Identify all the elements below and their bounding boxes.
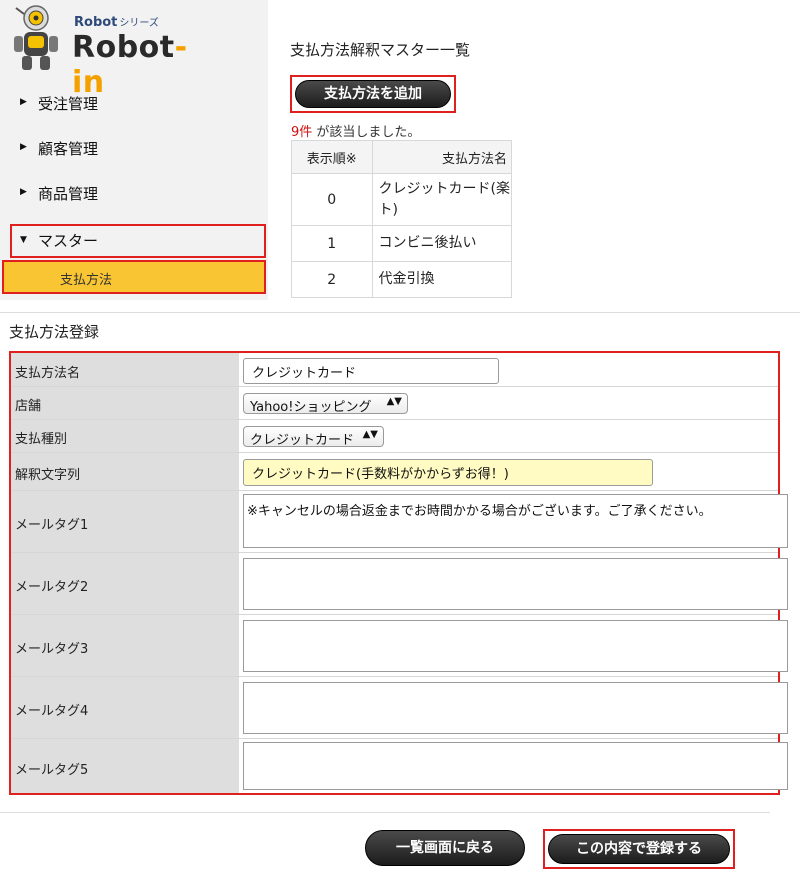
register-button[interactable]: この内容で登録する bbox=[548, 834, 730, 864]
mailtag-4-textarea[interactable] bbox=[243, 682, 788, 734]
mailtag-1-textarea[interactable]: ※キャンセルの場合返金までお時間かかる場合がございます。ご了承ください。 bbox=[243, 494, 788, 548]
table-cell-order: 2 bbox=[291, 261, 373, 298]
parse-string-input[interactable] bbox=[243, 459, 653, 486]
form-label: メールタグ5 bbox=[11, 739, 239, 793]
table-row[interactable]: 2 代金引換 bbox=[291, 261, 512, 298]
select-arrow-icon: ▲▼ bbox=[386, 396, 402, 407]
table-cell-name: コンビニ後払い bbox=[371, 225, 512, 262]
robot-mascot-icon bbox=[14, 5, 58, 70]
payment-name-input[interactable] bbox=[243, 358, 499, 384]
mailtag-2-textarea[interactable] bbox=[243, 558, 788, 610]
form-row-parse-string: 解釈文字列 bbox=[11, 453, 778, 491]
sidebar-item-customer-management[interactable]: ▶ 顧客管理 bbox=[0, 131, 268, 165]
logo[interactable]: Robot シリーズ Robot-in bbox=[8, 4, 208, 100]
table-row[interactable]: 0 クレジットカード(楽ト) bbox=[291, 173, 512, 226]
form-highlight: 支払方法名 店舗 Yahoo!ショッピング▲▼ 支払種別 クレジットカード▲▼ … bbox=[9, 351, 788, 795]
sidebar-item-product-management[interactable]: ▶ 商品管理 bbox=[0, 176, 268, 210]
sidebar-subitem-payment-method[interactable]: 支払方法 bbox=[2, 260, 266, 294]
register-button-highlight: この内容で登録する bbox=[543, 829, 735, 869]
form-row-mailtag-1: メールタグ1 ※キャンセルの場合返金までお時間かかる場合がございます。ご了承くだ… bbox=[11, 491, 788, 553]
sidebar-item-label: 受注管理 bbox=[38, 95, 99, 113]
column-header-name[interactable]: 支払方法名 bbox=[371, 140, 512, 174]
form-row-shop: 店舗 Yahoo!ショッピング ▲▼ bbox=[11, 387, 778, 420]
column-header-order[interactable]: 表示順※ bbox=[291, 140, 373, 174]
logo-series: Robot シリーズ bbox=[74, 15, 159, 30]
registration-panel: 支払方法登録 支払方法名 店舗 Yahoo!ショッピング▲▼ 支払種別 クレジッ… bbox=[0, 312, 800, 812]
shop-select[interactable]: Yahoo!ショッピング ▲▼ bbox=[243, 393, 408, 415]
payment-type-select[interactable]: クレジットカード ▲▼ bbox=[243, 426, 384, 448]
form-label: 店舗 bbox=[11, 387, 239, 419]
table-cell-name: 代金引換 bbox=[371, 261, 512, 298]
sidebar-item-label: マスター bbox=[38, 232, 99, 250]
mailtag-3-textarea[interactable] bbox=[243, 620, 788, 672]
form-label: 解釈文字列 bbox=[11, 453, 239, 490]
top-panel: Robot シリーズ Robot-in ▶ 受注管理 ▶ 顧客管理 ▶ 商品管理 … bbox=[0, 0, 512, 300]
sidebar-item-label: 顧客管理 bbox=[38, 140, 99, 158]
result-count-text: が該当しました。 bbox=[312, 125, 421, 140]
table-cell-order: 0 bbox=[291, 173, 373, 226]
result-count: 9件 が該当しました。 bbox=[291, 121, 420, 140]
table-row[interactable]: 1 コンビニ後払い bbox=[291, 225, 512, 262]
add-button-highlight: 支払方法を追加 bbox=[290, 75, 456, 113]
form-row-mailtag-5: メールタグ5 bbox=[11, 739, 788, 793]
sidebar-item-label: 商品管理 bbox=[38, 185, 99, 203]
back-to-list-button[interactable]: 一覧画面に戻る bbox=[365, 830, 525, 866]
action-bar: 一覧画面に戻る この内容で登録する bbox=[0, 812, 770, 890]
form-row-mailtag-2: メールタグ2 bbox=[11, 553, 788, 615]
form-label: メールタグ4 bbox=[11, 677, 239, 738]
form-label: メールタグ3 bbox=[11, 615, 239, 676]
form-label: メールタグ1 bbox=[11, 491, 239, 552]
sidebar: Robot シリーズ Robot-in ▶ 受注管理 ▶ 顧客管理 ▶ 商品管理 … bbox=[0, 0, 268, 300]
mailtag-5-textarea[interactable] bbox=[243, 742, 788, 790]
triangle-right-icon: ▶ bbox=[20, 142, 27, 152]
triangle-right-icon: ▶ bbox=[20, 187, 27, 197]
sidebar-item-order-management[interactable]: ▶ 受注管理 bbox=[0, 86, 268, 120]
select-arrow-icon: ▲▼ bbox=[362, 429, 378, 440]
sidebar-item-master[interactable]: ▼ マスター bbox=[10, 224, 266, 258]
table-cell-order: 1 bbox=[291, 225, 373, 262]
form-title: 支払方法登録 bbox=[9, 323, 100, 341]
result-count-number: 9件 bbox=[291, 125, 313, 140]
sidebar-subitem-label: 支払方法 bbox=[60, 273, 113, 288]
form-row-payment-type: 支払種別 クレジットカード ▲▼ bbox=[11, 420, 778, 453]
form-label: 支払種別 bbox=[11, 420, 239, 452]
payment-method-table: 表示順※ 支払方法名 0 クレジットカード(楽ト) 1 コンビニ後払い 2 代金… bbox=[291, 140, 512, 298]
form-row-mailtag-3: メールタグ3 bbox=[11, 615, 788, 677]
add-payment-method-button[interactable]: 支払方法を追加 bbox=[295, 80, 451, 108]
form-label: 支払方法名 bbox=[11, 353, 239, 386]
form-row-mailtag-4: メールタグ4 bbox=[11, 677, 788, 739]
triangle-right-icon: ▶ bbox=[20, 97, 27, 107]
table-header-row: 表示順※ 支払方法名 bbox=[291, 140, 512, 174]
form-label: メールタグ2 bbox=[11, 553, 239, 614]
page-title: 支払方法解釈マスター一覧 bbox=[290, 41, 471, 59]
form-row-payment-name: 支払方法名 bbox=[11, 353, 778, 387]
table-cell-name: クレジットカード(楽ト) bbox=[371, 173, 512, 226]
triangle-down-icon: ▼ bbox=[20, 235, 27, 245]
